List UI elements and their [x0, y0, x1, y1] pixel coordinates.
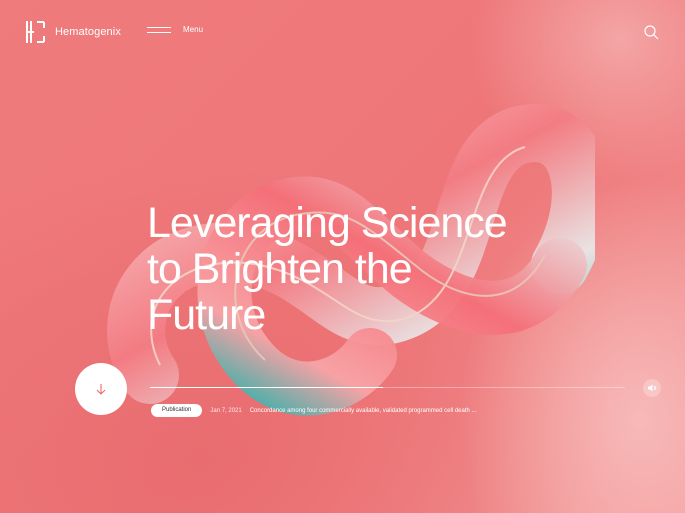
hamburger-icon [147, 26, 171, 33]
speaker-icon [648, 384, 657, 392]
scroll-down-button[interactable] [75, 363, 127, 415]
publication-badge: Publication [151, 404, 203, 417]
brand-logo[interactable]: Hematogenix [25, 20, 121, 44]
hero-title-line: Future [147, 291, 266, 339]
sound-toggle-button[interactable] [643, 379, 661, 397]
news-date: Jan 7, 2021 [210, 407, 242, 414]
menu-button[interactable]: Menu [147, 25, 203, 34]
hx-logo-icon [26, 21, 45, 43]
hero-title: Leveraging Science to Brighten the Futur… [147, 200, 567, 338]
brand-name: Hematogenix [55, 26, 121, 38]
slide-progress-track[interactable] [150, 387, 625, 388]
search-icon[interactable] [643, 24, 659, 40]
news-ticker: Publication Jan 7, 2021 Concordance amon… [151, 404, 477, 417]
site-header: Hematogenix Menu [0, 0, 685, 64]
slide-progress-fill [150, 387, 383, 388]
menu-label: Menu [183, 25, 204, 34]
news-headline-link[interactable]: Concordance among four commercially avai… [250, 408, 477, 414]
arrow-down-icon [96, 384, 106, 395]
hero-title-line: to Brighten the [147, 245, 413, 293]
hero-title-line: Leveraging Science [147, 199, 508, 247]
